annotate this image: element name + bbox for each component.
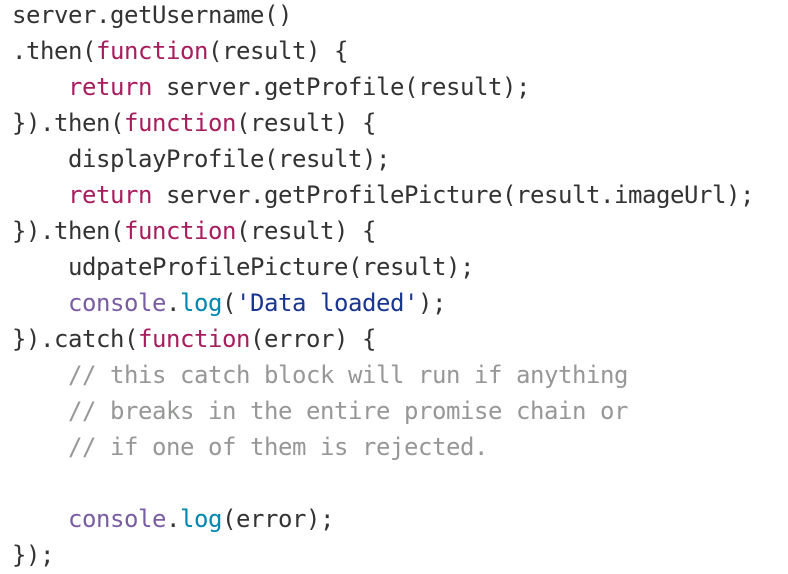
code-token-string: 'Data loaded' [236,289,418,317]
code-token-keyword: function [124,109,236,137]
code-token-plain: server.getProfilePicture(result.imageUrl… [152,181,754,209]
code-token-plain: udpateProfilePicture(result); [12,253,474,281]
code-token-plain: displayProfile(result); [12,145,390,173]
code-token-plain: }).then( [12,109,124,137]
code-line-11: // this catch block will run if anything [12,357,788,393]
code-token-plain: (result) { [236,109,376,137]
code-token-plain: (result) { [236,217,376,245]
code-token-method: log [180,505,222,533]
code-line-4: }).then(function(result) { [12,105,788,141]
code-line-10: }).catch(function(error) { [12,321,788,357]
code-line-6: return server.getProfilePicture(result.i… [12,177,788,213]
code-token-method: log [180,289,222,317]
code-token-plain: (result) { [208,37,348,65]
code-token-comment: // breaks in the entire promise chain or [68,397,628,425]
code-token-keyword: return [68,73,152,101]
code-token-plain: }).then( [12,217,124,245]
code-token-comment: // this catch block will run if anything [68,361,628,389]
code-token-plain: server.getUsername() [12,1,292,29]
code-line-8: udpateProfilePicture(result); [12,249,788,285]
code-token-plain: (error) { [250,325,376,353]
code-line-13: // if one of them is rejected. [12,429,788,465]
code-token-plain: . [166,505,180,533]
code-line-12: // breaks in the entire promise chain or [12,393,788,429]
code-token-keyword: function [96,37,208,65]
code-line-2: .then(function(result) { [12,33,788,69]
code-token-plain: . [166,289,180,317]
code-line-15: console.log(error); [12,501,788,537]
code-line-16: }); [12,537,788,573]
code-line-5: displayProfile(result); [12,141,788,177]
code-token-builtin: console [68,505,166,533]
code-token-builtin: console [68,289,166,317]
code-token-plain: .then( [12,37,96,65]
code-token-plain: }); [12,541,54,569]
code-block: server.getUsername() .then(function(resul… [0,0,788,571]
code-line-7: }).then(function(result) { [12,213,788,249]
code-line-9: console.log('Data loaded'); [12,285,788,321]
code-token-plain: ); [418,289,446,317]
code-token-keyword: function [124,217,236,245]
code-line-1: server.getUsername() [12,0,788,33]
code-token-keyword: function [138,325,250,353]
code-token-keyword: return [68,181,152,209]
code-token-plain: server.getProfile(result); [152,73,530,101]
code-token-comment: // if one of them is rejected. [68,433,488,461]
code-token-plain: ( [222,289,236,317]
code-line-3: return server.getProfile(result); [12,69,788,105]
code-token-plain: }).catch( [12,325,138,353]
code-token-plain: (error); [222,505,334,533]
